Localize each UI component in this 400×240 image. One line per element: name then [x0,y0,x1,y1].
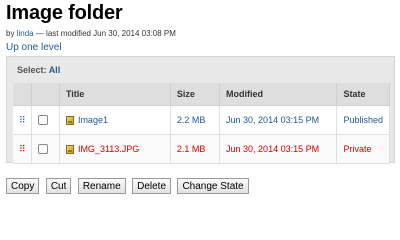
drag-handle-icon[interactable]: ⠿ [13,105,32,135]
delete-button[interactable]: Delete [132,178,171,194]
header-modified[interactable]: Modified [219,83,338,106]
copy-button[interactable]: Copy [6,178,40,194]
change-state-button[interactable]: Change State [177,178,249,194]
page-title: Image folder [6,2,123,24]
header-title[interactable]: Title [59,83,171,106]
up-one-level-link[interactable]: Up one level [6,42,62,54]
row-size: 2.2 MB [170,105,221,135]
row-title-cell: Image1 [59,105,171,135]
select-all-link[interactable]: All [49,65,61,75]
table-row[interactable]: ⠿ Image1 2.2 MB Jun 30, 2014 03:15 PM Pu… [13,105,390,135]
select-label: Select: [17,65,47,75]
select-row: Select: All [17,65,60,75]
byline: by linda — last modified Jun 30, 2014 03… [6,29,176,39]
row-title-link[interactable]: Image1 [78,115,108,125]
folder-contents-panel: Select: All Title Size Modified State ⠿ … [6,56,395,164]
author-link[interactable]: linda [17,29,34,38]
row-state: Private [336,134,390,164]
row-size: 2.1 MB [170,134,221,164]
table-header-row: Title Size Modified State [13,83,390,106]
header-size[interactable]: Size [170,83,221,106]
rename-button[interactable]: Rename [77,178,126,194]
row-modified: Jun 30, 2014 03:15 PM [219,134,338,164]
cut-button[interactable]: Cut [45,178,72,194]
image-file-icon [65,116,74,126]
header-state[interactable]: State [336,83,390,106]
table-row[interactable]: ⠿ IMG_3113.JPG 2.1 MB Jun 30, 2014 03:15… [13,134,390,164]
row-checkbox[interactable] [37,144,48,155]
image-file-icon [65,145,74,155]
row-state: Published [336,105,390,135]
by-prefix: by [6,29,15,38]
action-buttons: Copy Cut Rename Delete Change State [6,176,251,194]
header-drag [13,83,32,106]
row-title-cell: IMG_3113.JPG [59,134,171,164]
row-title-link[interactable]: IMG_3113.JPG [78,144,139,154]
drag-handle-icon[interactable]: ⠿ [13,134,32,164]
row-checkbox[interactable] [37,115,48,126]
row-modified: Jun 30, 2014 03:15 PM [219,105,338,135]
contents-table: Title Size Modified State ⠿ Image1 2.2 M… [13,83,390,164]
row-checkbox-cell [31,134,60,164]
header-checkbox [31,83,60,106]
last-modified: — last modified Jun 30, 2014 03:08 PM [35,29,176,38]
row-checkbox-cell [31,105,60,135]
